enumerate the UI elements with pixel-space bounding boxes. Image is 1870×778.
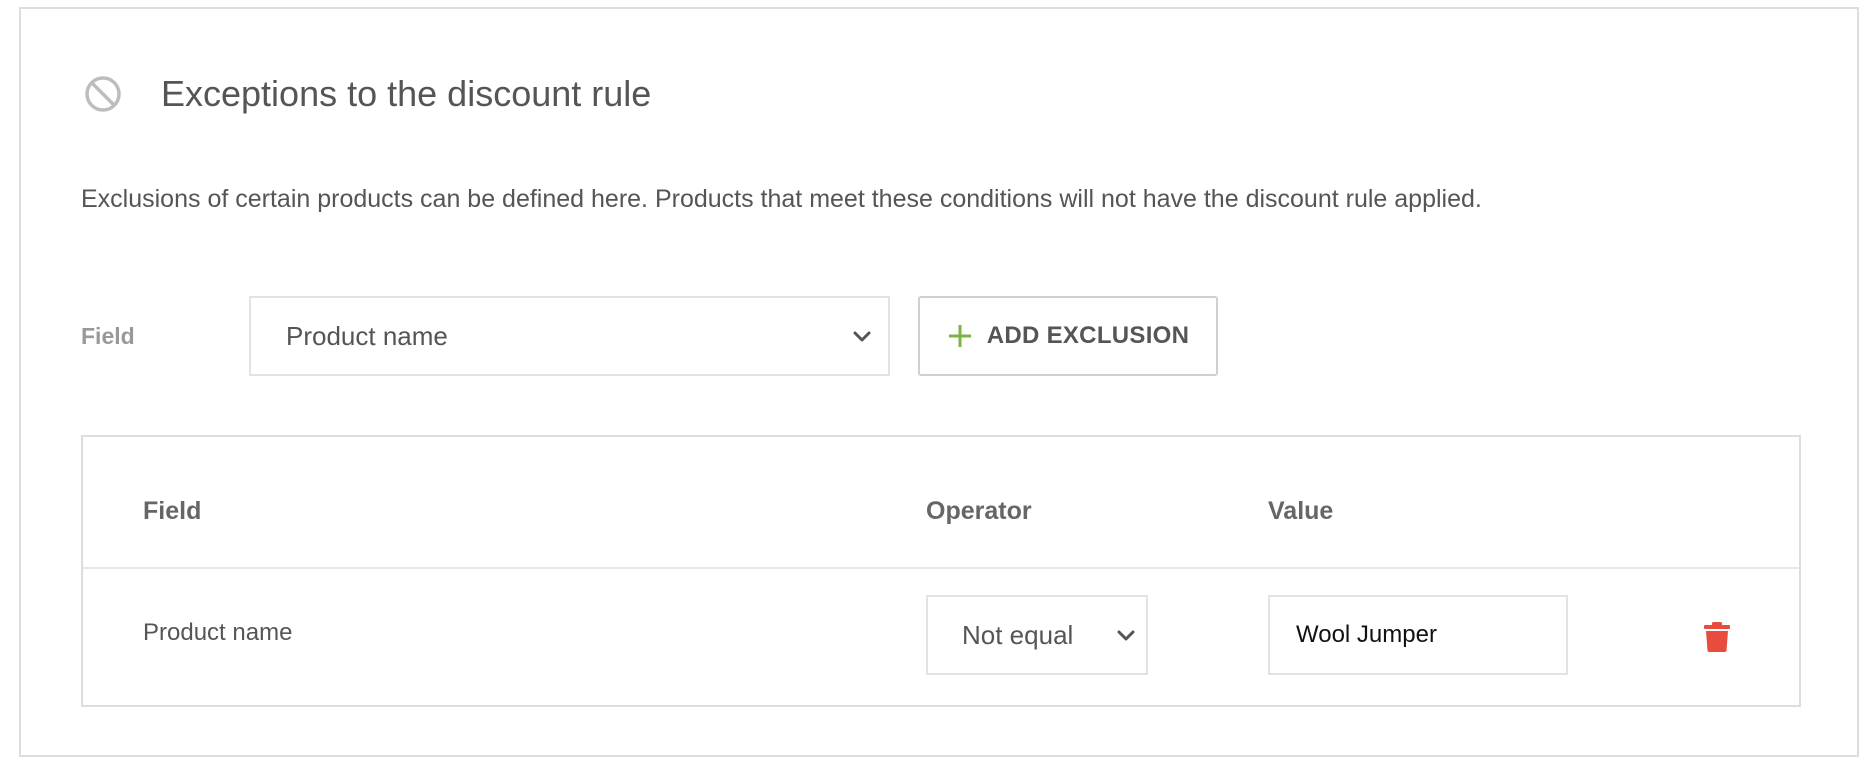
operator-select-value: Not equal (962, 619, 1074, 650)
field-label: Field (81, 322, 135, 349)
trash-icon[interactable] (1703, 621, 1731, 653)
field-select[interactable]: Product name (249, 296, 890, 376)
row-field: Product name (143, 619, 293, 646)
header-value: Value (1268, 497, 1334, 525)
add-exclusion-button[interactable]: ADD EXCLUSION (918, 296, 1218, 376)
value-input-text: Wool Jumper (1296, 621, 1437, 648)
section-header: Exceptions to the discount rule (83, 73, 651, 115)
chevron-down-icon (1114, 623, 1138, 647)
value-input[interactable]: Wool Jumper (1268, 595, 1568, 675)
exceptions-card: Exceptions to the discount rule Exclusio… (19, 7, 1859, 757)
section-title: Exceptions to the discount rule (161, 73, 652, 114)
field-select-value: Product name (286, 320, 448, 351)
exclusions-table: Field Operator Value Product name Not eq… (81, 435, 1801, 707)
header-field: Field (143, 497, 202, 525)
add-exclusion-row: Field Product name ADD EXCLUSION (81, 296, 1218, 376)
header-operator: Operator (926, 497, 1032, 525)
operator-select[interactable]: Not equal (926, 595, 1148, 675)
table-header: Field Operator Value (83, 437, 1799, 569)
add-exclusion-label: ADD EXCLUSION (986, 322, 1190, 349)
section-description: Exclusions of certain products can be de… (81, 185, 1482, 213)
chevron-down-icon (850, 324, 874, 348)
plus-icon (947, 323, 973, 349)
table-row: Product name Not equal Wool Jumper (83, 569, 1799, 705)
ban-icon (83, 74, 123, 114)
